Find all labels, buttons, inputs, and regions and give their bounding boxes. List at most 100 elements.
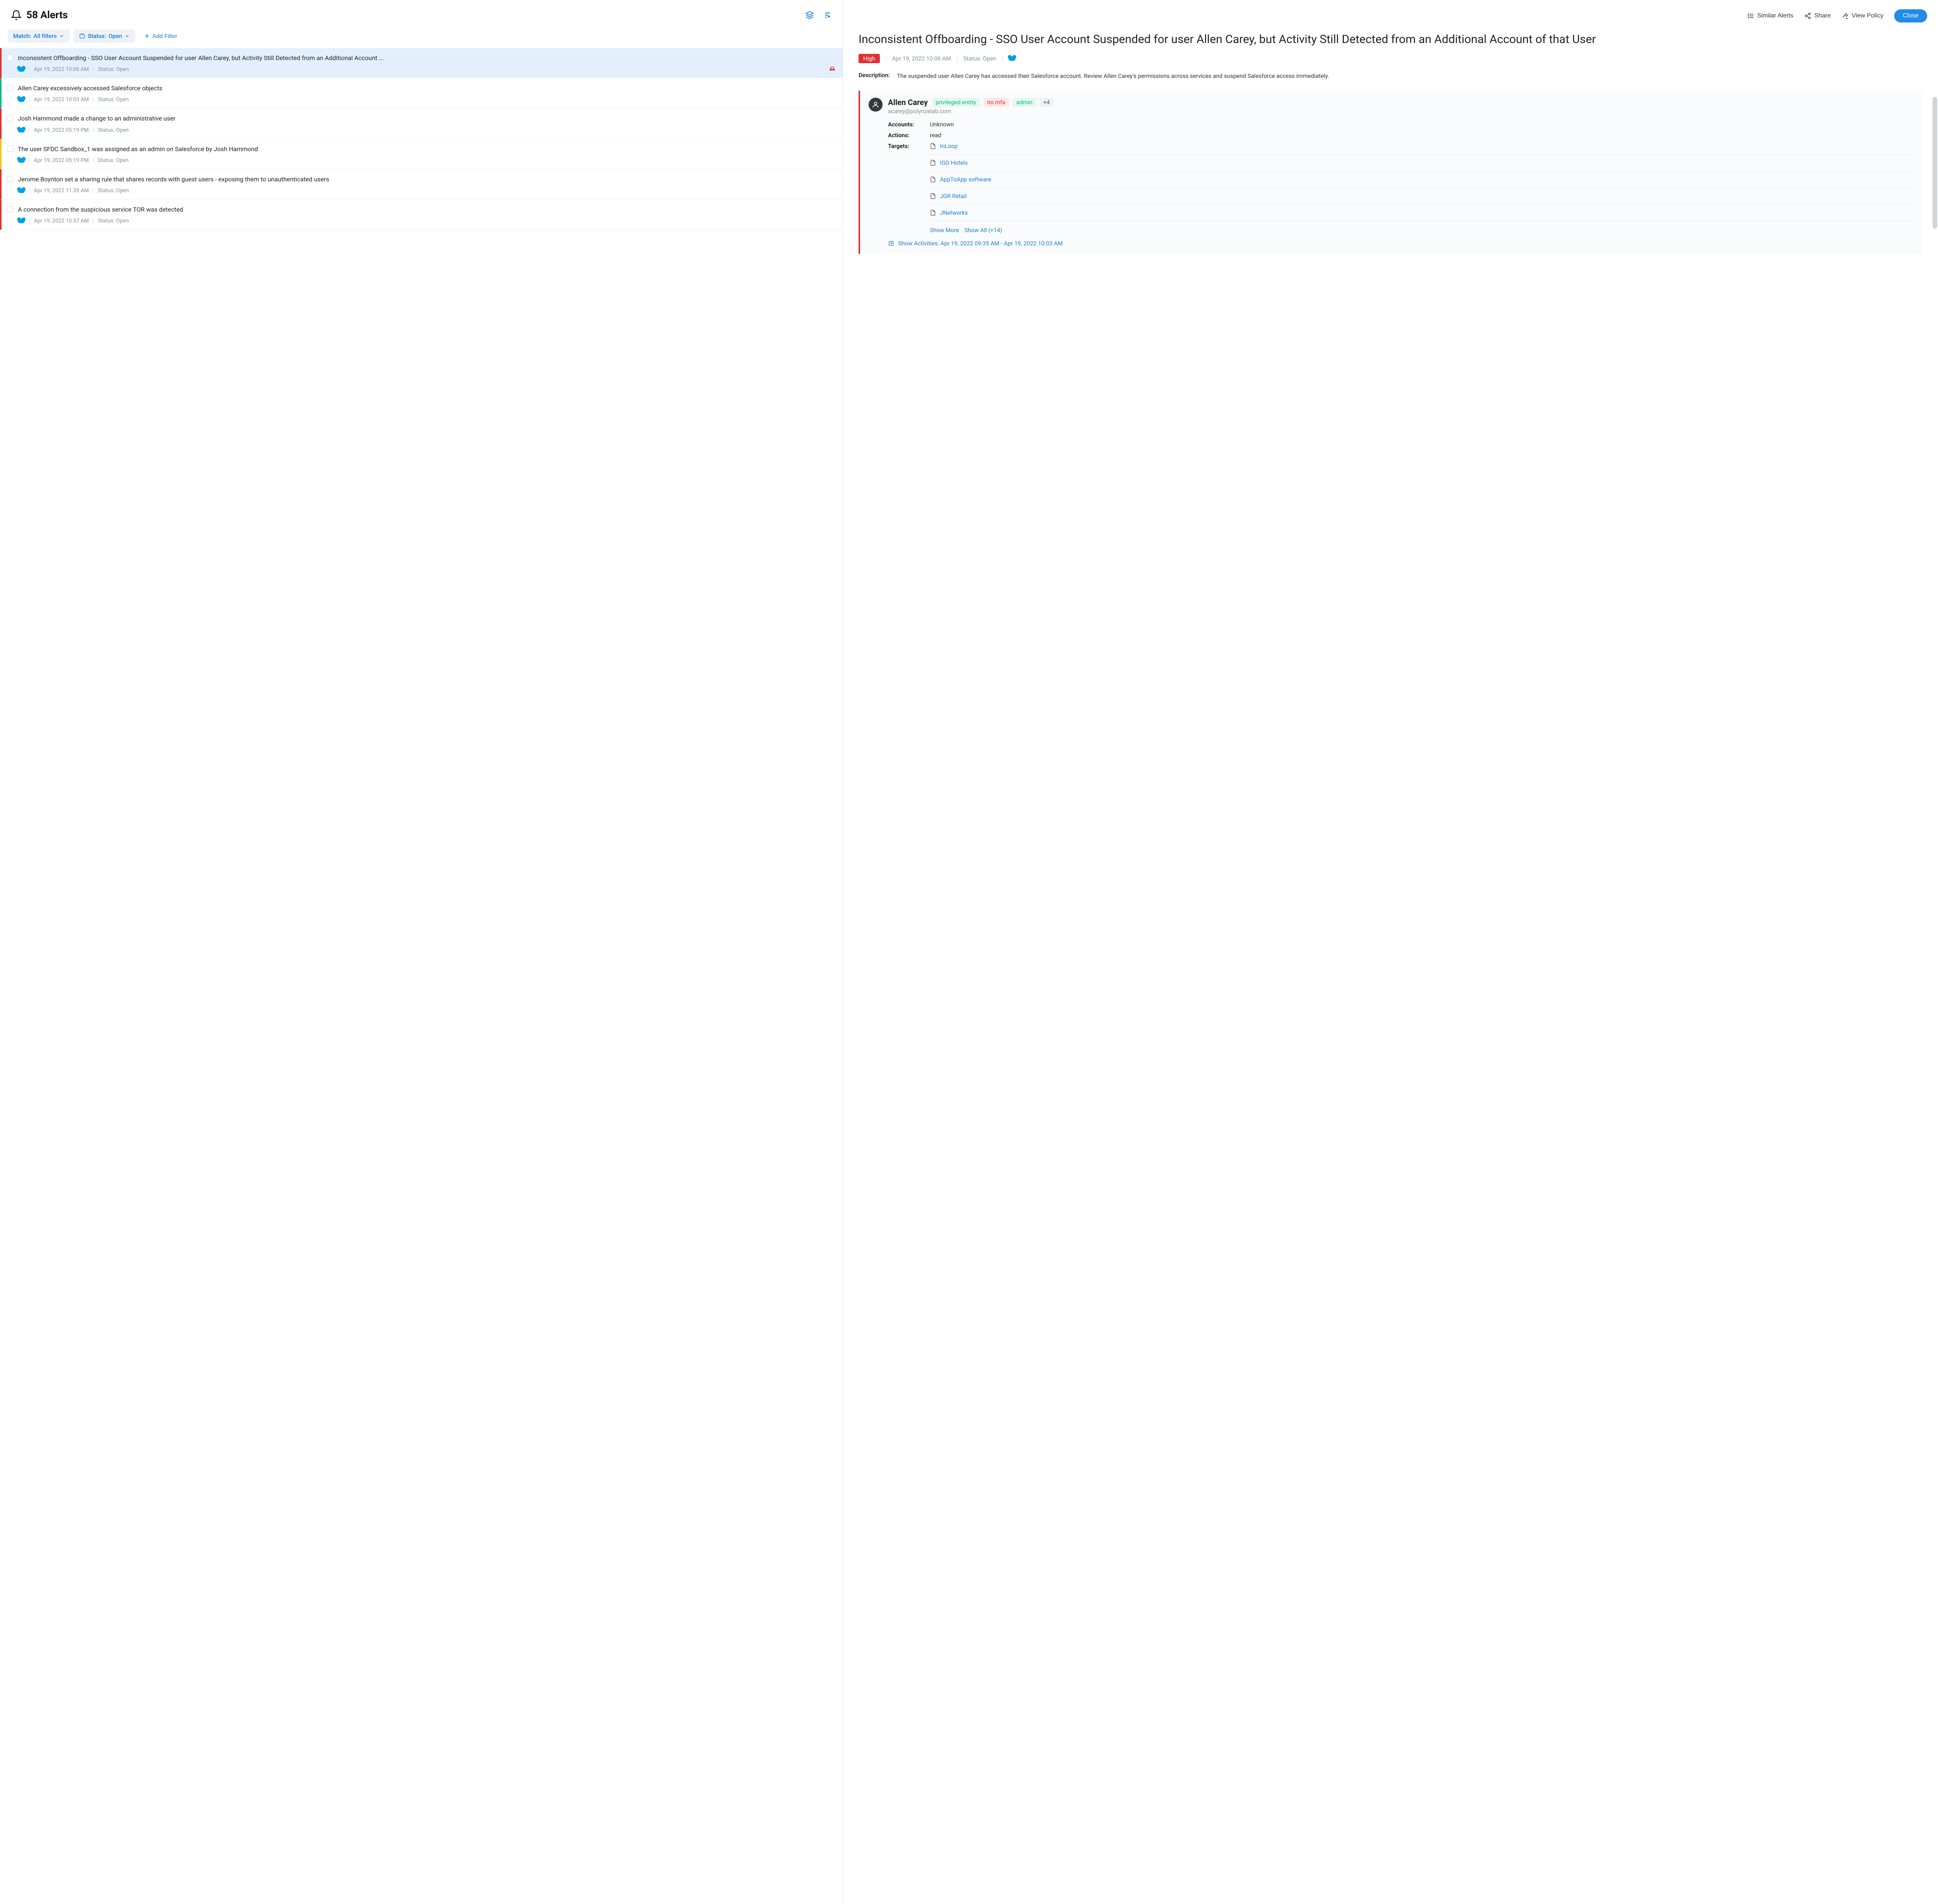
alert-checkbox[interactable] <box>7 85 13 91</box>
detail-date: Apr 19, 2022 10:06 AM <box>892 55 951 62</box>
alert-date: Apr 19, 2022 11:39 AM <box>34 188 89 194</box>
sort-icon <box>823 11 832 19</box>
salesforce-icon <box>1009 56 1016 61</box>
user-icon <box>872 101 879 109</box>
share-button[interactable]: Share <box>1804 12 1831 19</box>
plus-icon <box>144 33 150 39</box>
show-more-link[interactable]: Show More <box>930 227 959 234</box>
alert-title: Allen Carey excessively accessed Salesfo… <box>18 84 162 93</box>
similar-alerts-label: Similar Alerts <box>1757 12 1793 19</box>
alert-meta: |Apr 19, 2022 10:03 AM|Status: Open <box>18 96 836 103</box>
alert-item[interactable]: Inconsistent Offboarding - SSO User Acco… <box>0 48 843 78</box>
detail-header: Similar Alerts Share View Policy Close <box>843 0 1938 32</box>
target-item: JNetworks <box>930 205 1914 221</box>
description-row: Description: The suspended user Allen Ca… <box>859 72 1922 81</box>
add-filter-button[interactable]: Add Filter <box>139 30 182 43</box>
gavel-icon <box>1842 12 1849 19</box>
target-item: JGR Retail <box>930 188 1914 205</box>
target-link[interactable]: IGG Hotels <box>940 159 968 166</box>
actions-label: Actions: <box>888 132 923 139</box>
salesforce-icon <box>18 128 25 133</box>
alert-status: Status: Open <box>98 96 129 103</box>
target-link[interactable]: JGR Retail <box>940 193 967 200</box>
divider: | <box>93 96 94 103</box>
bell-icon <box>11 10 22 21</box>
entity-tag: +4 <box>1040 98 1054 107</box>
divider: | <box>885 55 887 62</box>
status-label: Status: <box>88 33 106 40</box>
group-button[interactable] <box>805 11 814 19</box>
activities-text: Show Activities: Apr 19, 2022 09:35 AM -… <box>898 240 1063 247</box>
detail-meta: High | Apr 19, 2022 10:06 AM | Status: O… <box>859 54 1922 63</box>
alert-checkbox[interactable] <box>7 55 13 61</box>
divider: | <box>29 66 30 72</box>
document-icon <box>930 193 936 199</box>
alert-title: Inconsistent Offboarding - SSO User Acco… <box>18 53 384 62</box>
divider: | <box>957 55 958 62</box>
alert-checkbox[interactable] <box>7 176 13 182</box>
targets-label: Targets: <box>888 143 923 150</box>
alerts-header: 58 Alerts <box>0 0 843 27</box>
alert-checkbox[interactable] <box>7 206 13 212</box>
actions-value: read <box>930 132 941 139</box>
alert-item[interactable]: Jerome Boynton set a sharing rule that s… <box>0 169 843 200</box>
binoculars-icon <box>829 65 836 72</box>
status-filter[interactable]: Status: Open <box>74 29 135 43</box>
target-link[interactable]: JNetworks <box>940 209 968 216</box>
alert-item[interactable]: A connection from the suspicious service… <box>0 200 843 230</box>
alert-status: Status: Open <box>98 127 129 133</box>
alert-title: The user SFDC Sandbox_1 was assigned as … <box>18 145 258 153</box>
document-icon <box>930 210 936 216</box>
divider: | <box>29 96 30 103</box>
salesforce-icon <box>18 219 25 223</box>
alert-title: Josh Hammond made a change to an adminis… <box>18 114 176 123</box>
alert-status: Status: Open <box>98 66 129 72</box>
alert-meta: |Apr 19, 2022 05:19 PM|Status: Open <box>18 127 836 133</box>
alert-date: Apr 19, 2022 10:37 AM <box>34 218 89 224</box>
sort-button[interactable] <box>823 11 832 19</box>
divider: | <box>93 127 94 133</box>
alert-checkbox[interactable] <box>7 115 13 121</box>
divider: | <box>93 188 94 194</box>
target-link[interactable]: InLoop <box>940 143 958 150</box>
alert-list[interactable]: Inconsistent Offboarding - SSO User Acco… <box>0 48 843 1904</box>
target-link[interactable]: AppToApp software <box>940 176 991 183</box>
close-button[interactable]: Close <box>1894 9 1927 22</box>
external-link-icon <box>888 240 894 246</box>
share-label: Share <box>1814 12 1831 19</box>
chevron-down-icon <box>59 33 64 39</box>
accounts-value: Unknown <box>930 121 954 128</box>
alert-checkbox[interactable] <box>7 146 13 152</box>
divider: | <box>29 218 30 224</box>
alert-item[interactable]: Josh Hammond made a change to an adminis… <box>0 109 843 139</box>
alert-item[interactable]: Allen Carey excessively accessed Salesfo… <box>0 78 843 109</box>
severity-badge: High <box>859 54 880 63</box>
similar-alerts-button[interactable]: Similar Alerts <box>1747 12 1793 19</box>
alert-date: Apr 19, 2022 10:06 AM <box>34 66 89 72</box>
document-icon <box>930 176 936 183</box>
alert-date: Apr 19, 2022 05:19 PM <box>34 157 89 164</box>
salesforce-icon <box>18 67 25 72</box>
match-filter[interactable]: Match: All filters <box>8 29 70 43</box>
detail-panel: Similar Alerts Share View Policy Close I… <box>843 0 1938 1904</box>
share-icon <box>1804 12 1811 19</box>
document-icon <box>930 160 936 166</box>
entity-card: Allen Carey privileged entityno mfaadmin… <box>859 91 1922 254</box>
entity-tag: privileged entity <box>932 98 980 107</box>
alert-status: Status: Open <box>98 188 129 194</box>
add-filter-label: Add Filter <box>152 33 177 40</box>
divider: | <box>1002 55 1003 62</box>
view-policy-button[interactable]: View Policy <box>1842 12 1884 19</box>
salesforce-icon <box>18 188 25 193</box>
scrollbar[interactable] <box>1933 97 1937 229</box>
show-activities-link[interactable]: Show Activities: Apr 19, 2022 09:35 AM -… <box>888 240 1914 247</box>
entity-tag: no mfa <box>983 98 1009 107</box>
match-label: Match: <box>13 33 31 40</box>
alert-title: A connection from the suspicious service… <box>18 205 183 214</box>
chevron-down-icon <box>124 33 130 39</box>
salesforce-icon <box>18 97 25 102</box>
show-all-link[interactable]: Show All (+14) <box>964 227 1002 234</box>
alert-item[interactable]: The user SFDC Sandbox_1 was assigned as … <box>0 139 843 169</box>
entity-name: Allen Carey <box>888 98 928 107</box>
alerts-title: 58 Alerts <box>26 9 68 21</box>
